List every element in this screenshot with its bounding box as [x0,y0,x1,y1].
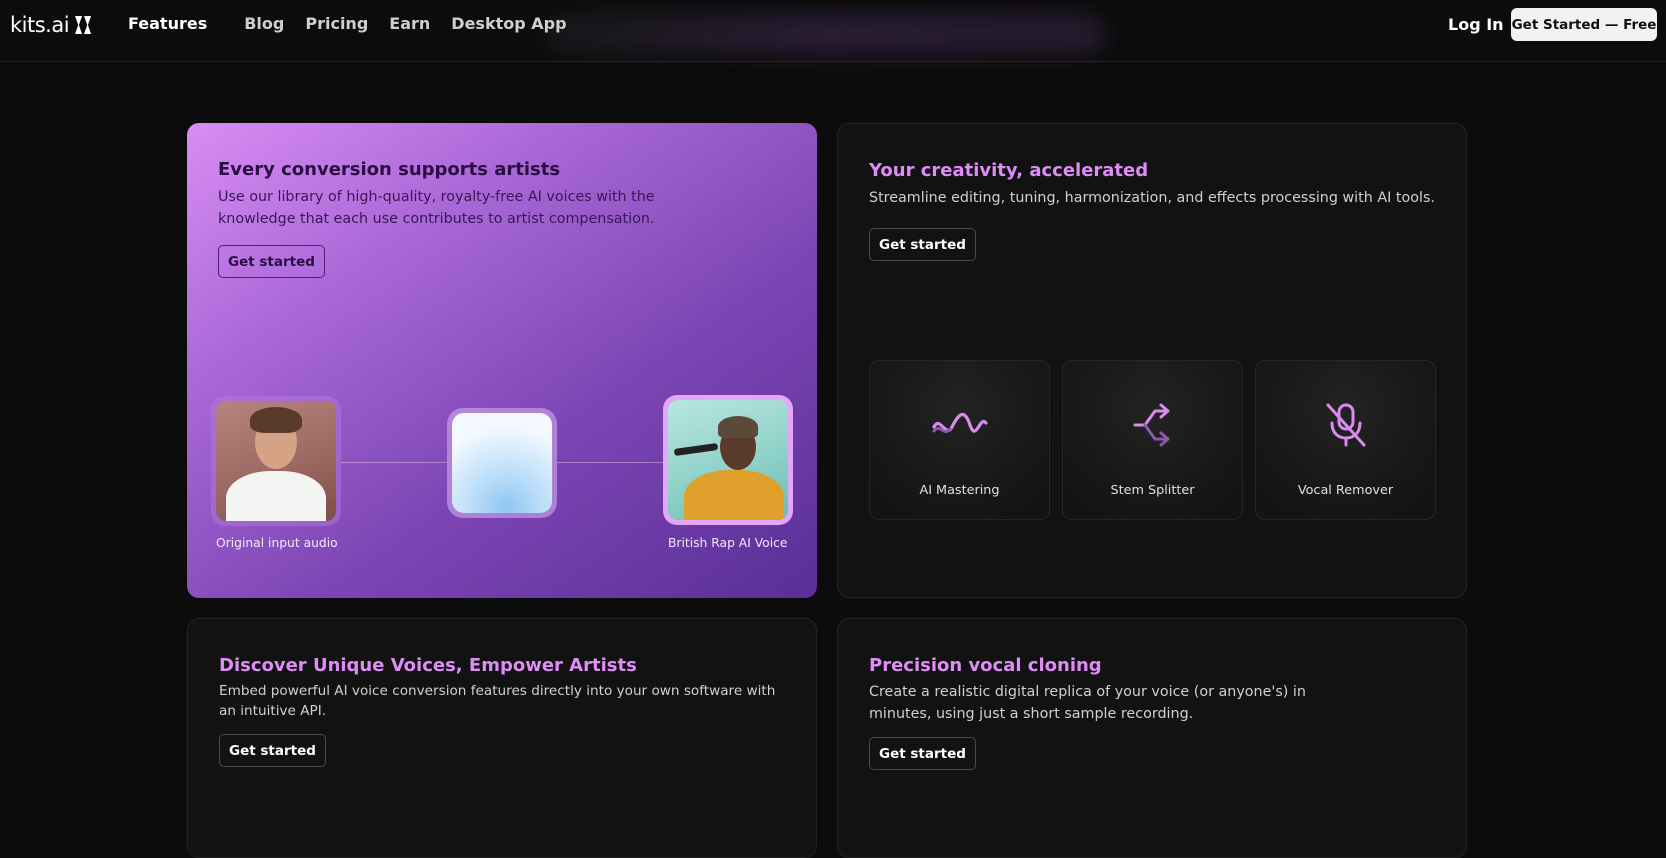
nav-link-earn[interactable]: Earn [389,14,430,33]
tools-card-body: Streamline editing, tuning, harmonizatio… [869,190,1435,206]
api-get-started-button[interactable]: Get started [219,734,326,767]
blurred-announcement-banner [545,14,1105,54]
output-artist-photo [668,400,788,520]
tools-card-title: Your creativity, accelerated [869,160,1149,181]
nav-link-blog[interactable]: Blog [244,14,284,33]
tools-get-started-button[interactable]: Get started [869,228,976,261]
api-card-title: Discover Unique Voices, Empower Artists [219,655,637,676]
tools-card: Your creativity, accelerated Streamline … [837,123,1467,598]
artists-get-started-button[interactable]: Get started [218,245,325,278]
nav-link-pricing[interactable]: Pricing [305,14,368,33]
output-voice-caption: British Rap AI Voice [668,536,788,550]
cloning-card: Precision vocal cloning Create a realist… [837,618,1467,858]
cloning-card-body: Create a realistic digital replica of yo… [869,684,1306,722]
conversion-box [447,408,557,518]
tool-vocal-remover[interactable]: Vocal Remover [1255,360,1436,520]
split-arrows-icon [1133,403,1170,447]
waveform-icon [932,412,988,434]
tool-label: AI Mastering [919,483,1000,498]
login-link[interactable]: Log In [1448,15,1504,34]
logo-text: kits.ai [10,13,70,37]
get-started-free-button[interactable]: Get Started — Free [1511,8,1657,41]
cloning-card-title: Precision vocal cloning [869,655,1102,676]
nav-link-features[interactable]: Features [128,14,207,33]
mic-off-icon [1326,403,1366,447]
tool-label: Stem Splitter [1110,483,1195,498]
output-voice-avatar[interactable] [663,395,793,525]
kits-logo[interactable]: kits.ai [10,12,93,38]
api-card: Discover Unique Voices, Empower Artists … [187,618,817,858]
tool-label: Vocal Remover [1297,483,1394,498]
api-card-body: Embed powerful AI voice conversion featu… [219,683,776,719]
input-audio-avatar[interactable] [211,396,341,526]
kits-logo-icon [75,16,93,34]
connector-line-right [557,462,663,463]
connector-line-left [341,462,447,463]
input-artist-photo [216,401,336,521]
artists-card-body: Use our library of high-quality, royalty… [218,189,655,227]
artists-card-title: Every conversion supports artists [218,159,561,180]
nav-link-desktop-app[interactable]: Desktop App [451,14,566,33]
nav-links: Features Blog Pricing Earn Desktop App [128,14,588,33]
tool-ai-mastering[interactable]: AI Mastering [869,360,1050,520]
input-audio-caption: Original input audio [216,536,338,550]
top-navbar: kits.ai Features Blog Pricing Earn Deskt… [0,0,1666,62]
tool-stem-splitter[interactable]: Stem Splitter [1062,360,1243,520]
cloning-get-started-button[interactable]: Get started [869,737,976,770]
artists-card: Every conversion supports artists Use ou… [187,123,817,598]
